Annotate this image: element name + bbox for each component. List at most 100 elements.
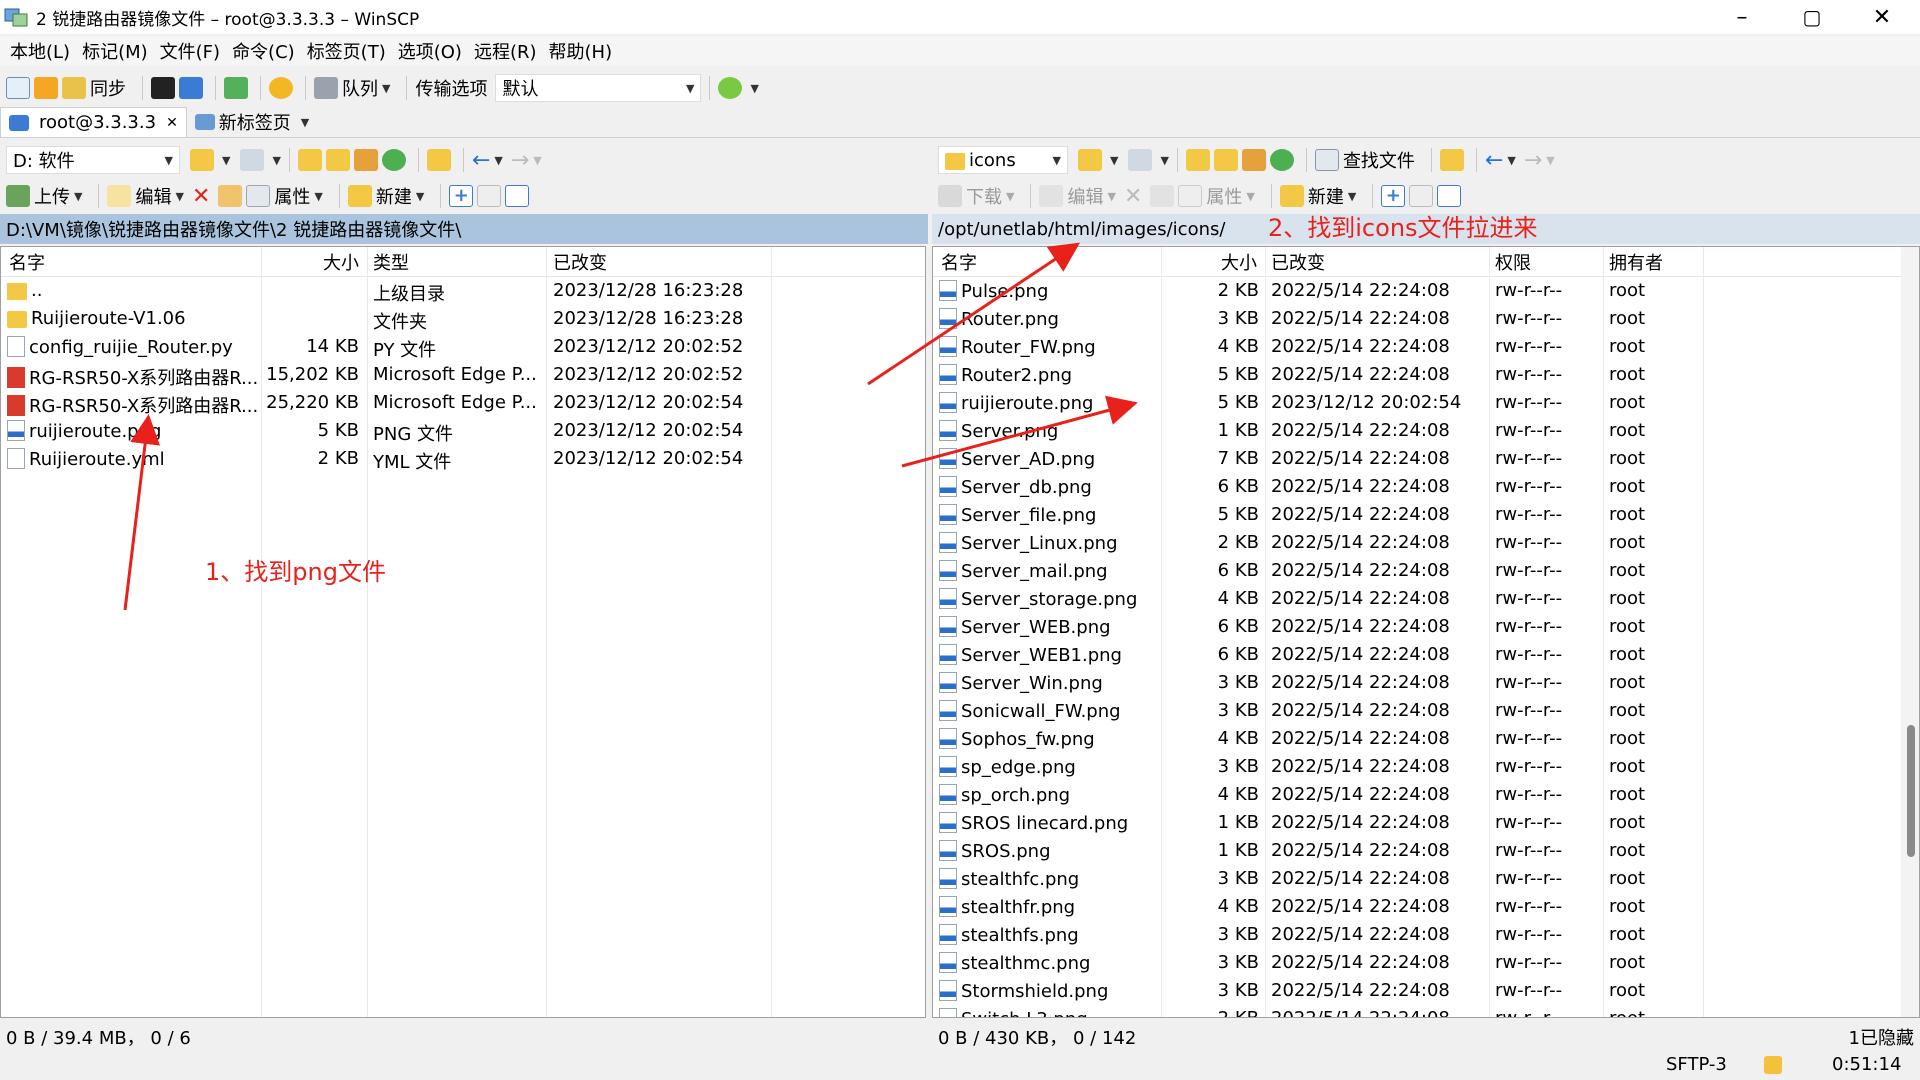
col-name[interactable]: 名字 bbox=[941, 249, 977, 275]
local-drive-select[interactable]: D: 软件 ▼ bbox=[6, 146, 180, 174]
close-button[interactable]: ✕ bbox=[1850, 0, 1914, 34]
minimize-button[interactable]: – bbox=[1710, 0, 1774, 34]
vertical-scrollbar[interactable] bbox=[1901, 247, 1919, 1017]
table-row[interactable]: Server_file.png 5 KB 2022/5/14 22:24:08 rw-… bbox=[933, 501, 1919, 529]
col-size[interactable]: 大小 bbox=[323, 249, 359, 275]
table-row[interactable]: Sophos_fw.png 4 KB 2022/5/14 22:24:08 rw-r-… bbox=[933, 725, 1919, 753]
refresh-icon[interactable] bbox=[381, 149, 406, 171]
table-row[interactable]: ruijieroute.png 5 KB PNG 文件 2023/12/12 20:0… bbox=[1, 417, 925, 445]
parent-dir-icon[interactable] bbox=[1185, 149, 1210, 171]
remote-edit-button[interactable]: 编辑 ▼ bbox=[1039, 183, 1116, 209]
maximize-button[interactable]: ▢ bbox=[1780, 0, 1844, 34]
open-folder-icon[interactable] bbox=[190, 149, 214, 171]
table-row[interactable]: SROS.png 1 KB 2022/5/14 22:24:08 rw-r--r-- r… bbox=[933, 837, 1919, 865]
table-row[interactable]: Ruijieroute.yml 2 KB YML 文件 2023/12/12 20:0… bbox=[1, 445, 925, 473]
delete-icon[interactable]: ✕ bbox=[192, 184, 210, 209]
sync-button[interactable]: 同步 bbox=[62, 75, 126, 101]
menu-local[interactable]: 本地(L) bbox=[10, 38, 70, 64]
table-row[interactable]: stealthfr.png 4 KB 2022/5/14 22:24:08 rw-r-… bbox=[933, 893, 1919, 921]
chevron-down-icon[interactable]: ▼ bbox=[494, 154, 502, 167]
refresh-icon[interactable] bbox=[1269, 149, 1294, 171]
root-dir-icon[interactable] bbox=[325, 149, 350, 171]
chevron-down-icon[interactable]: ▼ bbox=[1546, 154, 1554, 167]
table-row[interactable]: RG-RSR50-X系列路由器R... 25,220 KB Microsoft Ed… bbox=[1, 389, 925, 417]
table-row[interactable]: Server.png 1 KB 2022/5/14 22:24:08 rw-r--r-… bbox=[933, 417, 1919, 445]
col-type[interactable]: 类型 bbox=[373, 249, 409, 275]
col-size[interactable]: 大小 bbox=[1221, 249, 1257, 275]
chevron-down-icon[interactable]: ▼ bbox=[750, 82, 758, 95]
forward-arrow-icon[interactable]: → bbox=[1524, 148, 1542, 173]
menu-tabs[interactable]: 标签页(T) bbox=[307, 38, 386, 64]
menu-remote[interactable]: 远程(R) bbox=[474, 38, 537, 64]
local-file-list[interactable]: 名字 大小 类型 已改变 .. 上级目录 2023/12/28 16:23:28 Ru… bbox=[0, 246, 926, 1018]
parent-dir-icon[interactable] bbox=[297, 149, 322, 171]
remote-properties-button[interactable]: 属性 ▼ bbox=[1178, 183, 1255, 209]
table-row[interactable]: sp_edge.png 3 KB 2022/5/14 22:24:08 rw-r--r… bbox=[933, 753, 1919, 781]
menu-mark[interactable]: 标记(M) bbox=[82, 38, 148, 64]
select-filter-icon[interactable] bbox=[1437, 185, 1462, 207]
table-row[interactable]: SROS linecard.png 1 KB 2022/5/14 22:24:08 r… bbox=[933, 809, 1919, 837]
chevron-down-icon[interactable]: ▼ bbox=[272, 154, 280, 167]
remote-new-button[interactable]: 新建 ▼ bbox=[1279, 183, 1356, 209]
queue-button[interactable]: 队列 ▼ bbox=[314, 75, 390, 101]
find-files-button[interactable]: 查找文件 bbox=[1314, 147, 1415, 173]
remote-file-list[interactable]: 名字 大小 已改变 权限 拥有者 Pulse.png 2 KB 2022/5/14 … bbox=[932, 246, 1920, 1018]
filter-icon[interactable] bbox=[240, 149, 265, 171]
table-row[interactable]: Router2.png 5 KB 2022/5/14 22:24:08 rw-r--r… bbox=[933, 361, 1919, 389]
menu-help[interactable]: 帮助(H) bbox=[549, 38, 613, 64]
properties-button[interactable]: 属性 ▼ bbox=[246, 183, 323, 209]
local-path-bar[interactable]: D:\VM\镜像\锐捷路由器镜像文件\2 锐捷路由器镜像文件\ bbox=[0, 214, 928, 244]
chevron-down-icon[interactable]: ▼ bbox=[533, 154, 541, 167]
compare-dirs-icon[interactable] bbox=[6, 77, 30, 99]
tab-new[interactable]: 新标签页 ▼ bbox=[187, 107, 317, 137]
collapse-icon[interactable] bbox=[1409, 185, 1434, 207]
rename-icon[interactable] bbox=[1150, 185, 1175, 207]
edit-button[interactable]: 编辑 ▼ bbox=[107, 183, 184, 209]
menu-file[interactable]: 文件(F) bbox=[160, 38, 220, 64]
forward-arrow-icon[interactable]: → bbox=[511, 148, 529, 173]
upload-button[interactable]: 上传 ▼ bbox=[6, 183, 82, 209]
sync-browse-icon[interactable] bbox=[34, 77, 58, 99]
table-row[interactable]: Stormshield.png 3 KB 2022/5/14 22:24:08 rw-… bbox=[933, 977, 1919, 1005]
table-row[interactable]: Server_Linux.png 2 KB 2022/5/14 22:24:08 rw… bbox=[933, 529, 1919, 557]
download-button[interactable]: 下载 ▼ bbox=[938, 183, 1014, 209]
globe-icon[interactable] bbox=[718, 77, 743, 99]
home-icon[interactable] bbox=[353, 149, 378, 171]
scrollbar-thumb[interactable] bbox=[1907, 725, 1915, 857]
chevron-down-icon[interactable]: ▼ bbox=[1110, 154, 1118, 167]
gear-icon[interactable] bbox=[269, 77, 293, 99]
delete-icon[interactable]: ✕ bbox=[1124, 184, 1142, 209]
rename-icon[interactable] bbox=[218, 185, 243, 207]
close-tab-icon[interactable]: ✕ bbox=[166, 115, 178, 131]
col-owner[interactable]: 拥有者 bbox=[1609, 249, 1663, 275]
table-row[interactable]: Server_WEB.png 6 KB 2022/5/14 22:24:08 rw-r… bbox=[933, 613, 1919, 641]
table-row[interactable]: config_ruijie_Router.py 14 KB PY 文件 2023/12… bbox=[1, 333, 925, 361]
filter-icon[interactable] bbox=[1128, 149, 1153, 171]
chevron-down-icon[interactable]: ▼ bbox=[1160, 154, 1168, 167]
col-changed[interactable]: 已改变 bbox=[1271, 249, 1325, 275]
col-rights[interactable]: 权限 bbox=[1495, 249, 1531, 275]
transfer-settings-select[interactable]: 默认 ▼ bbox=[495, 74, 702, 102]
tab-session[interactable]: root@3.3.3.3 ✕ bbox=[0, 107, 187, 137]
table-row[interactable]: sp_orch.png 4 KB 2022/5/14 22:24:08 rw-r--r… bbox=[933, 781, 1919, 809]
table-row[interactable]: stealthfs.png 3 KB 2022/5/14 22:24:08 rw-r-… bbox=[933, 921, 1919, 949]
table-row[interactable]: Server_WEB1.png 6 KB 2022/5/14 22:24:08 rw-… bbox=[933, 641, 1919, 669]
col-changed[interactable]: 已改变 bbox=[553, 249, 607, 275]
menu-options[interactable]: 选项(O) bbox=[398, 38, 462, 64]
table-row[interactable]: stealthmc.png 3 KB 2022/5/14 22:24:08 rw-r-… bbox=[933, 949, 1919, 977]
select-filter-icon[interactable] bbox=[505, 185, 530, 207]
chevron-down-icon[interactable]: ▼ bbox=[222, 154, 230, 167]
table-row[interactable]: ruijieroute.png 5 KB 2023/12/12 20:02:54 rw… bbox=[933, 389, 1919, 417]
expand-icon[interactable]: + bbox=[449, 185, 474, 207]
expand-icon[interactable]: + bbox=[1381, 185, 1406, 207]
back-arrow-icon[interactable]: ← bbox=[472, 148, 490, 173]
back-arrow-icon[interactable]: ← bbox=[1485, 148, 1503, 173]
new-button[interactable]: 新建 ▼ bbox=[347, 183, 424, 209]
refresh-sync-icon[interactable] bbox=[224, 77, 248, 99]
table-row[interactable]: stealthfc.png 3 KB 2022/5/14 22:24:08 rw-r-… bbox=[933, 865, 1919, 893]
table-row[interactable]: Server_db.png 6 KB 2022/5/14 22:24:08 rw-r-… bbox=[933, 473, 1919, 501]
table-row[interactable]: Server_Win.png 3 KB 2022/5/14 22:24:08 rw-r… bbox=[933, 669, 1919, 697]
putty-icon[interactable] bbox=[179, 77, 203, 99]
terminal-icon[interactable] bbox=[151, 77, 175, 99]
table-row[interactable]: Pulse.png 2 KB 2022/5/14 22:24:08 rw-r--r--… bbox=[933, 277, 1919, 305]
